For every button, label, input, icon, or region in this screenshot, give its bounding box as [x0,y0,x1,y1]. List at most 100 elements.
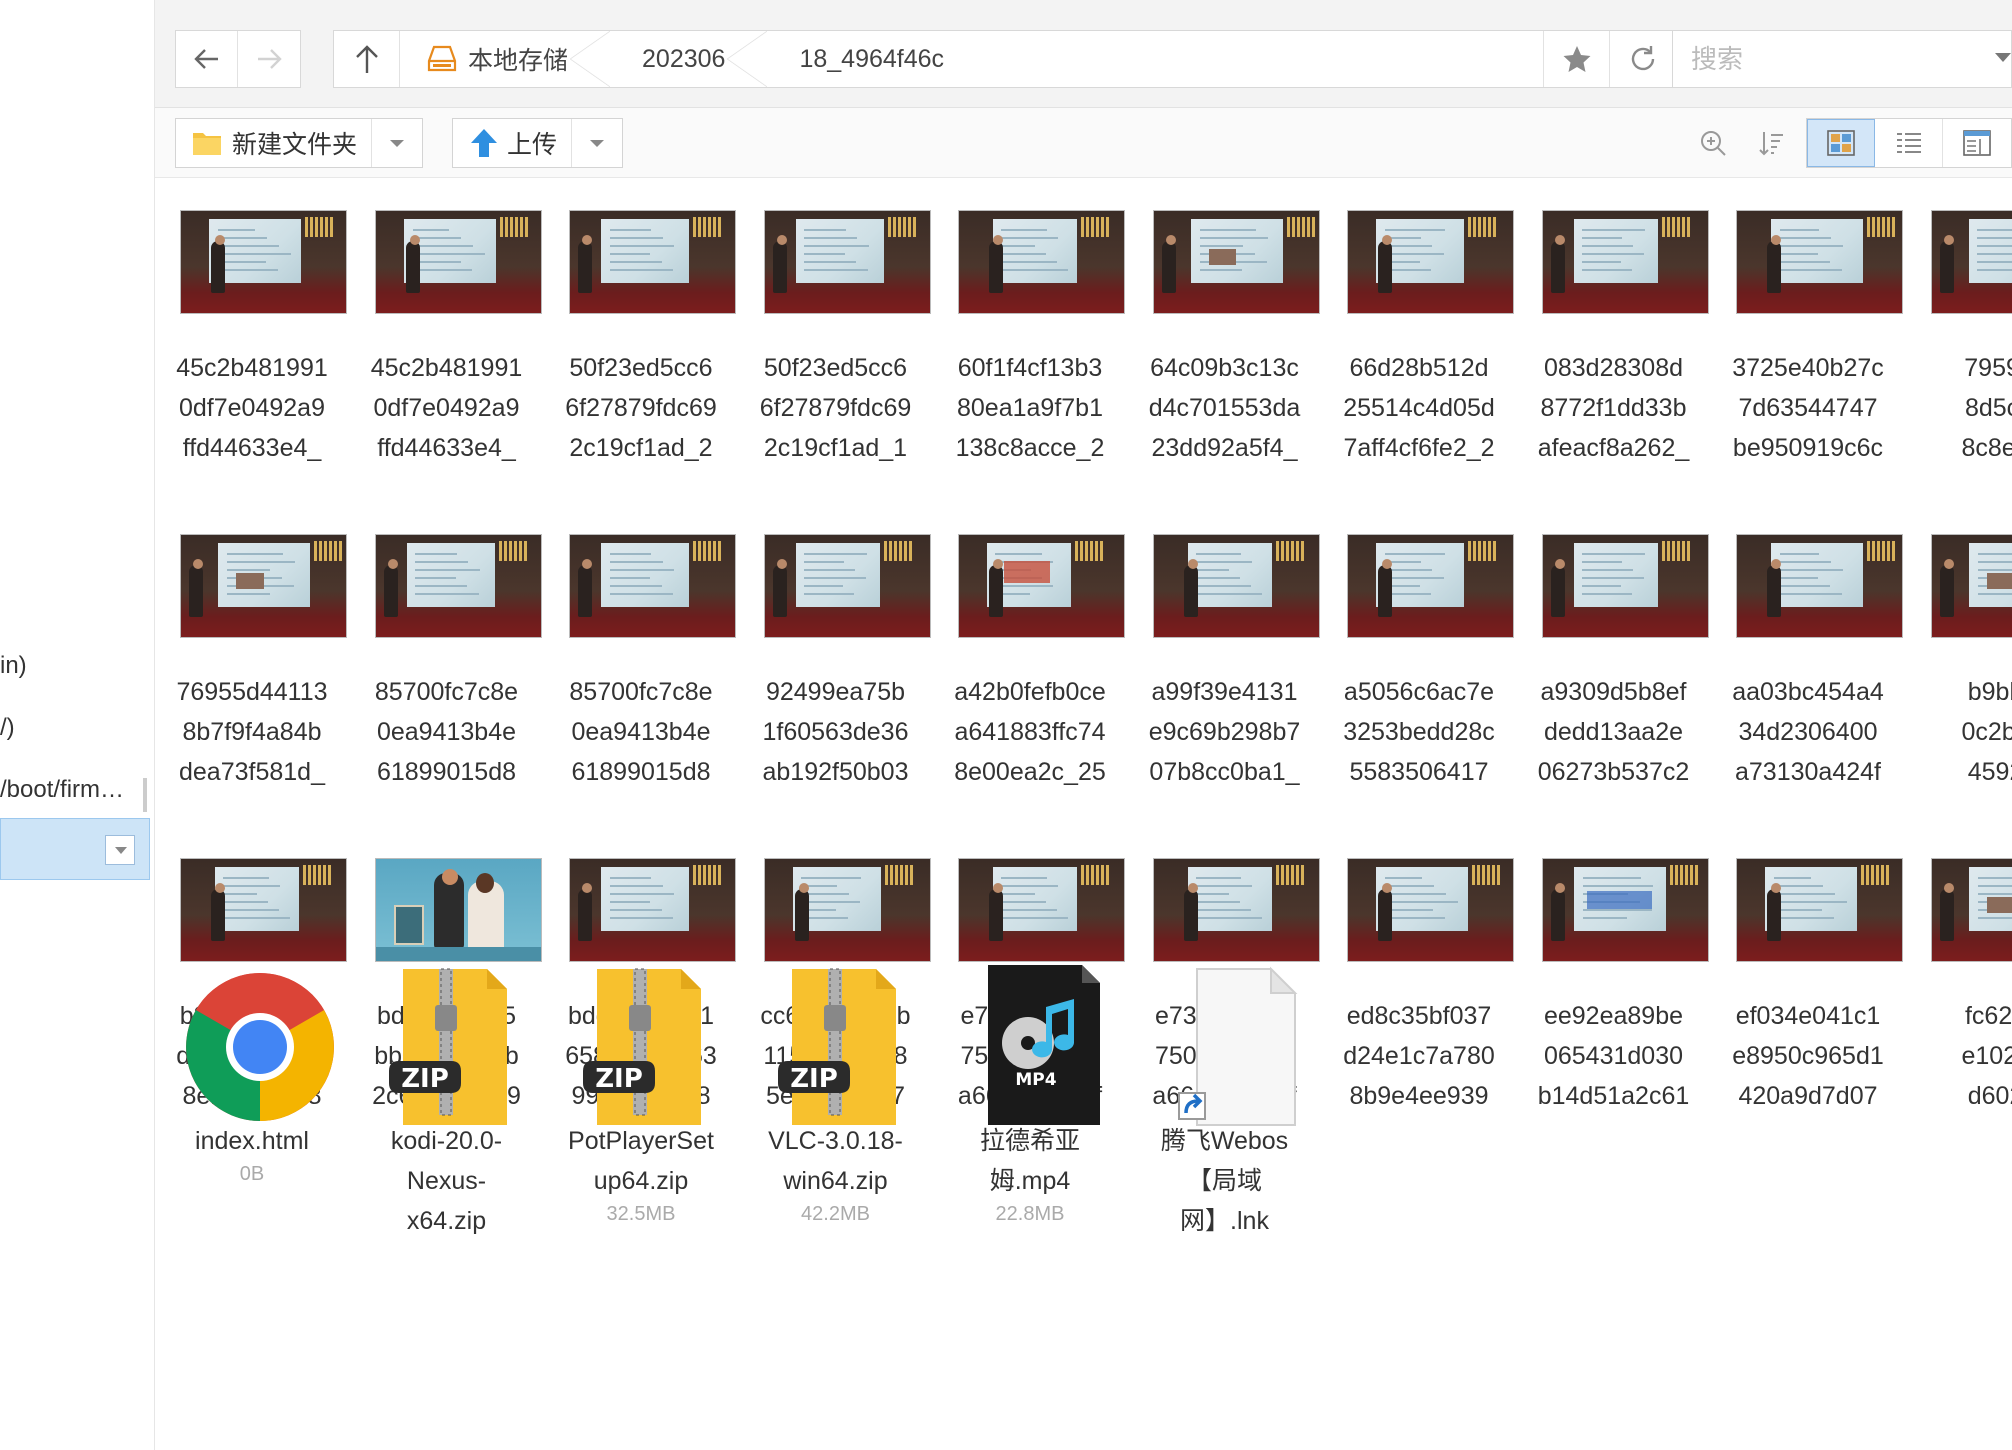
file-item[interactable]: 腾飞Webos 【局域 网】.lnk [1128,965,1322,1415]
file-name: VLC-3.0.18- win64.zip [768,1127,903,1195]
view-thumbnail-button[interactable] [1807,119,1875,167]
file-name: 083d28308d 8772f1dd33b afeacf8a262_ [1537,354,1690,462]
svg-text:ZIP: ZIP [401,1064,449,1094]
zoom-icon [1701,131,1726,156]
thumbnail-view-icon [1827,130,1855,156]
sort-button[interactable] [1742,118,1800,168]
zip-icon: ZIP [375,965,535,1135]
history-nav [175,30,301,88]
image-thumbnail [958,210,1125,314]
image-thumbnail [1152,210,1320,314]
file-size: 32.5MB [606,1203,676,1225]
file-name: a42b0fefb0ce a641883ffc74 8e00ea2c_25 [954,678,1106,786]
image-thumbnail [1541,534,1709,638]
image-thumbnail [1541,210,1709,314]
image-thumbnail [958,534,1125,638]
image-thumbnail [1541,858,1709,962]
file-name: b9bb2 0c2b38 45925 [1961,678,2012,786]
search-input[interactable] [1673,31,1963,87]
toolbar: 新建文件夹 上传 [155,108,2012,178]
file-name: 64c09b3c13c d4c701553da 23dd92a5f4_ [1148,354,1301,462]
file-name: 50f23ed5cc6 6f27879fdc69 2c19cf1ad_1 [759,354,912,462]
file-name: 45c2b481991 0df7e0492a9 ffd44633e4_ [370,354,523,462]
new-folder-dropdown[interactable] [372,119,422,167]
image-thumbnail [1152,534,1320,638]
detail-view-icon [1963,130,1991,156]
file-item[interactable]: ZIP VLC-3.0.18- win64.zip 42.2MB [739,965,933,1415]
address-bar: 本地存储 202306 18_4964f46c [155,0,2012,108]
image-thumbnail [763,534,931,638]
shortcut-file-icon [1153,965,1313,1135]
breadcrumb-label: 18_4964f46c [799,44,945,73]
favorite-button[interactable] [1543,31,1609,87]
file-name: ee92ea89be 065431d030 b14d51a2c61 [1537,1002,1690,1110]
image-thumbnail [1930,858,2012,962]
file-item[interactable]: ZIP kodi-20.0- Nexus- x64.zip [350,965,544,1415]
upload-button[interactable]: 上传 [453,119,573,167]
forward-button[interactable] [238,31,300,87]
breadcrumb-item-folder[interactable]: 18_4964f46c [773,31,992,87]
image-thumbnail [1347,534,1514,638]
svg-text:ZIP: ZIP [595,1064,643,1094]
image-thumbnail [1736,534,1903,638]
chevron-down-icon[interactable] [105,835,135,865]
file-item[interactable]: MP4 拉德希亚 姆.mp4 22.8MB [933,965,1127,1415]
list-view-icon [1896,133,1921,153]
chevron-down-icon[interactable] [1995,53,2011,62]
image-thumbnail [1930,534,2012,638]
breadcrumb-actions [1543,31,1675,87]
file-name: 76955d44113 8b7f9f4a84b dea73f581d_ [176,678,328,786]
file-name: kodi-20.0- Nexus- x64.zip [390,1127,503,1235]
star-icon [1563,46,1590,72]
upload-split-button: 上传 [452,118,624,168]
view-list-button[interactable] [1875,119,1943,167]
file-name: 66d28b512d 25514c4d05d 7aff4cf6fe2_2 [1343,354,1495,462]
new-folder-split-button: 新建文件夹 [175,118,424,168]
upload-dropdown[interactable] [572,119,622,167]
image-thumbnail [1736,858,1903,962]
up-button[interactable] [334,31,400,87]
svg-text:ZIP: ZIP [790,1064,838,1094]
view-detail-button[interactable] [1943,119,2011,167]
file-size: 22.8MB [995,1203,1065,1225]
sidebar-item-2[interactable]: /) [0,714,15,742]
file-name: a99f39e4131 e9c69b298b7 07b8cc0ba1_ [1148,678,1301,786]
sidebar-selected-item[interactable] [0,818,150,880]
image-thumbnail [1152,858,1320,962]
file-name: 3725e40b27c 7d63544747 be950919c6c [1732,354,1884,462]
file-name: fc6235 e102cb d6020 [1961,1002,2012,1110]
breadcrumb-item-month[interactable]: 202306 [616,31,773,87]
image-thumbnail [180,534,347,638]
file-item[interactable]: index.html 0B [155,965,349,1415]
arrow-left-icon [193,49,218,69]
image-thumbnail [374,210,542,314]
back-button[interactable] [176,31,238,87]
file-size: 0B [239,1163,265,1185]
breadcrumb-item-storage[interactable]: 本地存储 [400,31,616,87]
search-box[interactable] [1672,30,2012,88]
sidebar-scrollbar[interactable] [143,778,147,812]
image-thumbnail [763,210,931,314]
new-folder-button[interactable]: 新建文件夹 [176,119,373,167]
refresh-icon [1631,46,1654,71]
refresh-button[interactable] [1609,31,1675,87]
file-size: 42.2MB [801,1203,870,1225]
sidebar-item-3[interactable]: /boot/firm… [0,776,124,804]
file-name: index.html [195,1127,309,1155]
view-mode-group [1806,118,2012,168]
breadcrumb-label: 本地存储 [468,47,569,75]
file-name: 85700fc7c8e 0ea9413b4e 61899015d8 [569,678,713,786]
view-controls [1684,118,2012,168]
file-name: a9309d5b8ef dedd13aa2e 06273b537c2 [1537,678,1690,786]
image-thumbnail [180,210,347,314]
chrome-icon [180,965,340,1135]
sidebar-item-1[interactable]: in) [0,652,27,680]
file-name: 腾飞Webos 【局域 网】.lnk [1160,1127,1289,1235]
storage-icon [427,45,457,72]
image-thumbnail [374,858,542,962]
file-item[interactable]: ZIP PotPlayerSet up64.zip 32.5MB [544,965,738,1415]
zoom-button[interactable] [1684,118,1742,168]
arrow-up-icon [355,45,378,73]
image-thumbnail [1347,210,1514,314]
breadcrumb-label: 202306 [642,44,726,73]
